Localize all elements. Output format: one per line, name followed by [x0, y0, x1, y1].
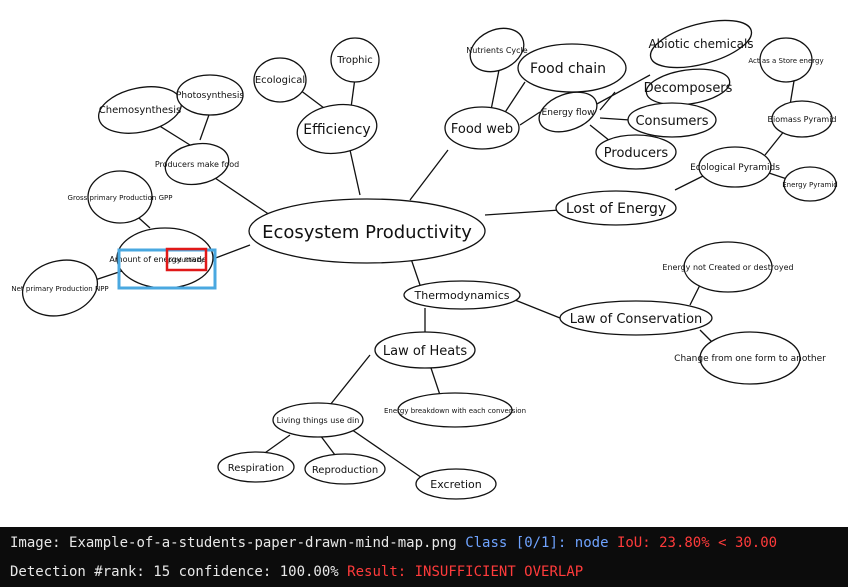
class-name: node — [574, 535, 609, 551]
node-label-energy-breakdown: Energy breakdown with each conversion — [384, 407, 526, 415]
image-name: Example-of-a-students-paper-drawn-mind-m… — [69, 535, 457, 551]
mind-map-drawing: Ecosystem Productivity Chemosynthesis Ph… — [11, 19, 838, 500]
ground-truth-box-label: productivity — [168, 257, 204, 264]
node-label-net-primary: Net primary Production NPP — [11, 285, 108, 293]
image-label: Image: — [10, 535, 61, 551]
status-line-image: Image: Example-of-a-students-paper-drawn… — [10, 535, 777, 551]
node-label-energy-flow: Energy flow — [542, 108, 595, 118]
node-label-living-things: Living things use din — [277, 416, 360, 425]
node-label-consumers: Consumers — [635, 114, 708, 129]
node-label-producers-make-food: Producers make food — [155, 160, 239, 169]
node-label-energy-pyramid: Energy Pyramid — [782, 181, 837, 189]
class-text: Class [0/1]: — [465, 535, 567, 551]
iou-text: IoU: 23.80% < 30.00 — [616, 535, 778, 551]
node-label-thermodynamics: Thermodynamics — [414, 289, 510, 302]
node-label-excretion: Excretion — [430, 478, 481, 491]
node-label-change-from: Change from one form to another — [674, 354, 826, 364]
node-label-act-as-store: Act as a Store energy — [748, 57, 823, 65]
node-label-chemosynthesis: Chemosynthesis — [99, 105, 181, 116]
node-label-food-web: Food web — [451, 122, 513, 137]
node-label-photosynthesis: Photosynthesis — [176, 91, 244, 101]
node-label-law-of-conservation: Law of Conservation — [570, 312, 703, 327]
result-text: Result: INSUFFICIENT OVERLAP — [347, 564, 584, 580]
node-label-respiration: Respiration — [228, 463, 284, 474]
node-label-decomposers: Decomposers — [644, 81, 733, 96]
node-label-nutrients-cycle: Nutrients Cycle — [466, 46, 527, 55]
node-label-reproduction: Reproduction — [312, 465, 378, 476]
mind-map-canvas: Ecosystem Productivity Chemosynthesis Ph… — [0, 0, 848, 527]
node-label-biomass-pyramid: Biomass Pyramid — [767, 115, 836, 124]
status-bar: Image: Example-of-a-students-paper-drawn… — [0, 527, 848, 587]
node-label-lost-of-energy: Lost of Energy — [566, 201, 666, 217]
node-label-producers: Producers — [604, 146, 669, 161]
node-label-food-chain: Food chain — [530, 61, 606, 77]
status-line-detection: Detection #rank: 15 confidence: 100.00% … — [10, 564, 583, 580]
node-label-ecological-pyramids: Ecological Pyramids — [690, 163, 780, 173]
node-label-gross-primary: Gross primary Production GPP — [68, 194, 173, 202]
node-label-ecological: Ecological — [255, 75, 305, 86]
node-label-law-of-heats: Law of Heats — [383, 344, 467, 359]
node-label-abiotic: Abiotic chemicals — [648, 37, 753, 51]
central-node-label: Ecosystem Productivity — [262, 222, 472, 243]
detection-text: Detection #rank: 15 confidence: 100.00% — [10, 564, 339, 580]
node-label-energy-not-created: Energy not Created or destroyed — [662, 263, 793, 272]
node-label-trophic: Trophic — [336, 55, 373, 66]
node-label-efficiency: Efficiency — [303, 122, 370, 138]
